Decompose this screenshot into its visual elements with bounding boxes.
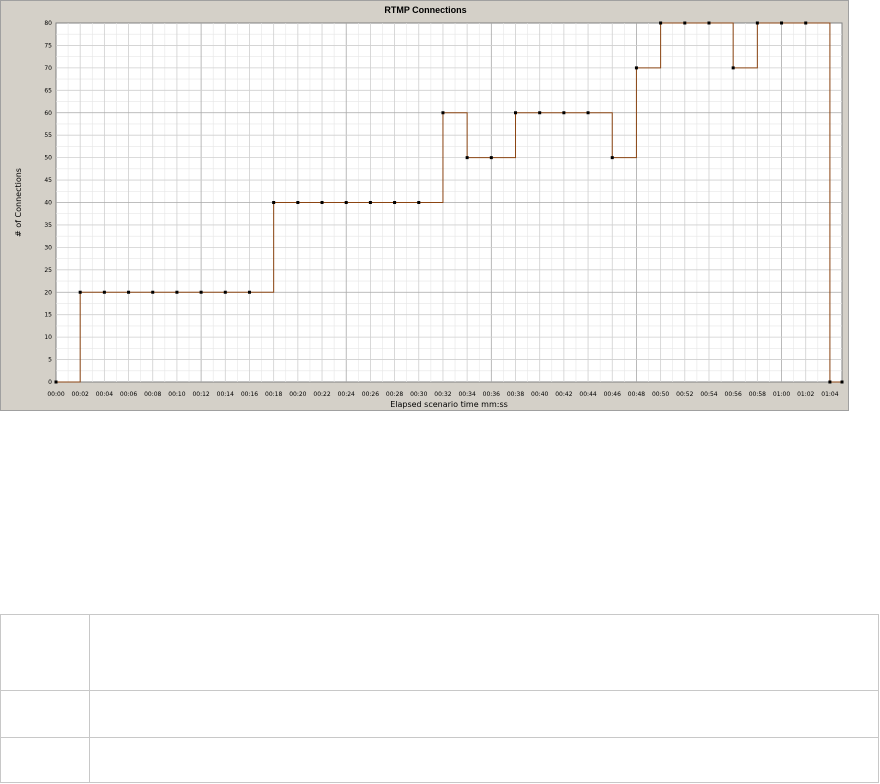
data-point (199, 290, 203, 294)
x-tick-label: 00:08 (144, 391, 161, 398)
y-tick-label: 25 (44, 267, 52, 274)
x-axis-title: Elapsed scenario time mm:ss (390, 400, 508, 409)
table-row (0, 737, 879, 783)
x-tick-label: 00:52 (676, 391, 693, 398)
x-tick-label: 00:58 (749, 391, 766, 398)
data-point (417, 201, 421, 204)
y-tick-label: 30 (44, 244, 52, 251)
x-tick-label: 00:22 (313, 391, 330, 398)
y-tick-label: 75 (44, 42, 52, 49)
x-tick-label: 00:50 (652, 391, 669, 398)
data-point (127, 290, 131, 294)
table-cell (0, 737, 90, 783)
x-tick-label: 00:10 (168, 391, 185, 398)
data-point (296, 201, 300, 204)
y-axis-title: # of Connections (14, 168, 23, 237)
x-tick-label: 00:00 (47, 391, 64, 398)
x-tick-label: 00:24 (338, 391, 355, 398)
x-tick-label: 00:02 (72, 391, 89, 398)
data-point (465, 156, 469, 160)
y-tick-label: 80 (44, 20, 52, 27)
y-tick-label: 0 (48, 379, 52, 386)
x-tick-label: 01:02 (797, 391, 814, 398)
data-point (489, 156, 493, 160)
y-tick-label: 45 (44, 177, 52, 184)
x-tick-label: 00:18 (265, 391, 282, 398)
x-tick-label: 00:30 (410, 391, 427, 398)
data-point (344, 201, 348, 204)
data-point (54, 380, 58, 384)
data-point (368, 201, 372, 204)
data-point (175, 290, 179, 294)
y-tick-label: 50 (44, 155, 52, 162)
x-tick-label: 00:34 (458, 391, 475, 398)
x-tick-label: 00:38 (507, 391, 524, 398)
y-tick-label: 10 (44, 334, 52, 341)
data-point (223, 290, 227, 294)
data-point (610, 156, 614, 160)
data-point (247, 290, 251, 294)
y-tick-label: 60 (44, 110, 52, 117)
data-point (828, 380, 832, 384)
data-point (731, 66, 735, 70)
table-cell (89, 690, 879, 738)
x-tick-label: 00:16 (241, 391, 258, 398)
x-tick-label: 00:32 (434, 391, 451, 398)
data-point (393, 201, 397, 204)
data-point (683, 21, 687, 25)
x-tick-label: 00:26 (362, 391, 379, 398)
y-tick-label: 20 (44, 289, 52, 296)
data-point (707, 21, 711, 25)
table-cell (89, 614, 879, 691)
x-tick-label: 00:48 (628, 391, 645, 398)
x-tick-label: 00:14 (217, 391, 234, 398)
x-tick-label: 00:20 (289, 391, 306, 398)
y-tick-label: 40 (44, 200, 52, 207)
data-point (780, 21, 784, 25)
x-tick-label: 00:44 (579, 391, 596, 398)
data-point (804, 21, 808, 25)
data-point (441, 111, 445, 115)
data-point (151, 290, 155, 294)
table-cell (89, 737, 879, 783)
rtmp-connections-chart: 0 5 10 15 20 25 30 35 40 45 50 55 60 65 70 75 80 00:00 00:… (14, 20, 844, 409)
table-cell (0, 614, 90, 691)
x-tick-label: 00:04 (96, 391, 113, 398)
x-tick-label: 00:28 (386, 391, 403, 398)
x-tick-label: 00:54 (700, 391, 717, 398)
data-point (272, 201, 276, 204)
data-point (634, 66, 638, 70)
table-cell (0, 690, 90, 738)
x-tick-label: 00:56 (725, 391, 742, 398)
chart-panel: 0 5 10 15 20 25 30 35 40 45 50 55 60 65 70 75 80 00:00 00:… (0, 0, 849, 411)
data-point (320, 201, 324, 204)
y-tick-label: 55 (44, 132, 52, 139)
data-point (659, 21, 663, 25)
y-tick-label: 35 (44, 222, 52, 229)
table-row (0, 614, 879, 691)
x-tick-label: 01:00 (773, 391, 790, 398)
y-tick-label: 70 (44, 65, 52, 72)
data-point (586, 111, 590, 115)
data-point (78, 290, 82, 294)
data-point (840, 380, 844, 384)
data-point (538, 111, 542, 115)
data-point (562, 111, 566, 115)
x-tick-label: 00:46 (604, 391, 621, 398)
x-tick-label: 00:40 (531, 391, 548, 398)
y-tick-label: 65 (44, 87, 52, 94)
x-tick-label: 00:06 (120, 391, 137, 398)
x-tick-label: 00:42 (555, 391, 572, 398)
data-point (514, 111, 518, 115)
table-row (0, 690, 879, 738)
y-tick-label: 5 (48, 357, 52, 364)
data-point (755, 21, 759, 25)
data-point (102, 290, 106, 294)
chart-title: RTMP Connections (384, 5, 467, 15)
x-tick-label: 01:04 (821, 391, 838, 398)
y-tick-label: 15 (44, 312, 52, 319)
info-table (0, 614, 879, 783)
x-tick-label: 00:12 (192, 391, 209, 398)
x-tick-label: 00:36 (483, 391, 500, 398)
